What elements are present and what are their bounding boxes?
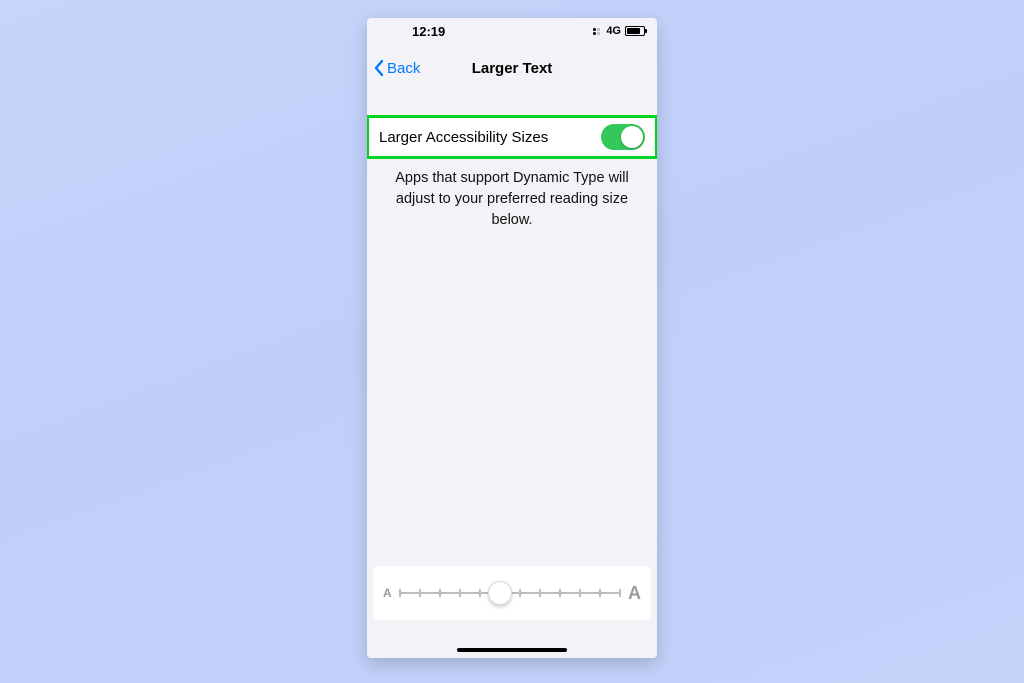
content-area: Larger Accessibility Sizes Apps that sup…: [367, 88, 657, 658]
phone-frame: 12:19 4G Back Larger Text Larger Accessi…: [367, 18, 657, 658]
slider-tick-icon: [399, 589, 401, 597]
nav-bar: Back Larger Text: [367, 46, 657, 90]
back-button[interactable]: Back: [373, 46, 420, 90]
larger-accessibility-sizes-row: Larger Accessibility Sizes: [367, 116, 657, 158]
larger-accessibility-sizes-toggle[interactable]: [601, 124, 645, 150]
slider-tick-icon: [599, 589, 601, 597]
toggle-knob-icon: [621, 126, 643, 148]
status-right-cluster: 4G: [593, 25, 645, 37]
slider-tick-icon: [439, 589, 441, 597]
text-size-slider[interactable]: [400, 583, 620, 603]
battery-icon: [625, 26, 645, 36]
slider-tick-icon: [459, 589, 461, 597]
size-indicator-small: A: [383, 586, 392, 600]
network-label: 4G: [606, 25, 621, 37]
home-indicator[interactable]: [457, 648, 567, 652]
status-time: 12:19: [412, 24, 445, 39]
slider-tick-icon: [579, 589, 581, 597]
dual-sim-icon: [593, 28, 600, 35]
slider-tick-icon: [479, 589, 481, 597]
size-indicator-large: A: [628, 583, 641, 604]
slider-tick-icon: [619, 589, 621, 597]
dynamic-type-description: Apps that support Dynamic Type will adju…: [367, 158, 657, 231]
slider-tick-icon: [539, 589, 541, 597]
slider-tick-icon: [419, 589, 421, 597]
status-bar: 12:19 4G: [367, 18, 657, 46]
back-label: Back: [387, 60, 420, 77]
chevron-left-icon: [373, 59, 385, 77]
slider-tick-icon: [519, 589, 521, 597]
slider-thumb[interactable]: [488, 581, 512, 605]
larger-accessibility-sizes-label: Larger Accessibility Sizes: [379, 129, 548, 146]
slider-tick-icon: [559, 589, 561, 597]
text-size-slider-panel: A A: [373, 566, 651, 620]
